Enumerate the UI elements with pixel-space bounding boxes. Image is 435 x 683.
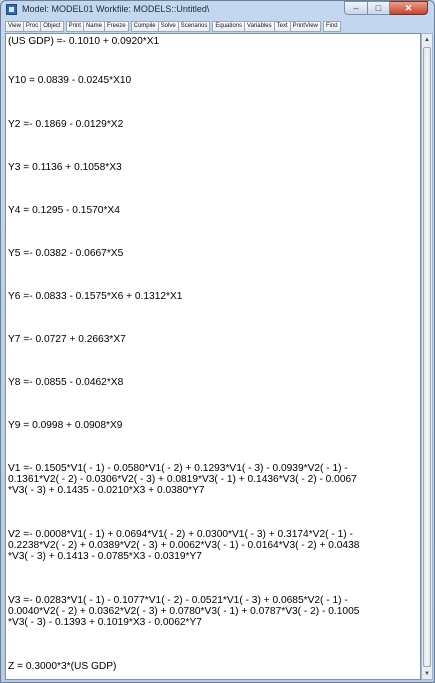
equation-line: Y3 = 0.1136 + 0.1058*X3 bbox=[8, 162, 122, 173]
scenarios-button[interactable]: Scenarios bbox=[177, 21, 211, 32]
equations-button[interactable]: Equations bbox=[212, 21, 246, 32]
minimize-button[interactable]: – bbox=[344, 1, 368, 15]
name-button[interactable]: Name bbox=[82, 21, 105, 32]
equation-line: V3 =- 0.0283*V1( - 1) - 0.1077*V1( - 2) … bbox=[8, 595, 360, 628]
view-button[interactable]: View bbox=[5, 21, 24, 32]
window-title: Model: MODEL01 Workfile: MODELS::Untitle… bbox=[22, 4, 210, 14]
solve-button[interactable]: Solve bbox=[157, 21, 179, 32]
equation-line: (US GDP) =- 0.1010 + 0.0920*X1 bbox=[8, 36, 160, 47]
compile-button[interactable]: Compile bbox=[130, 21, 159, 32]
equation-line: Z = 0.3000*3*(US GDP) bbox=[8, 661, 117, 672]
printview-button[interactable]: PrintView bbox=[289, 21, 321, 32]
equation-line: Y2 =- 0.1869 - 0.0129*X2 bbox=[8, 119, 124, 130]
model-text-view[interactable]: (US GDP) =- 0.1010 + 0.0920*X1 Y10 = 0.0… bbox=[5, 33, 421, 680]
equation-line: V1 =- 0.1505*V1( - 1) - 0.0580*V1( - 2) … bbox=[8, 463, 357, 496]
equation-line: Y4 = 0.1295 - 0.1570*X4 bbox=[8, 205, 120, 216]
model-toolbar: View Proc Object Print Name Freeze Compi… bbox=[5, 21, 430, 32]
scroll-thumb[interactable] bbox=[423, 47, 431, 667]
print-button[interactable]: Print bbox=[65, 21, 84, 32]
equation-line: Y5 =- 0.0382 - 0.0667*X5 bbox=[8, 248, 124, 259]
freeze-button[interactable]: Freeze bbox=[103, 21, 129, 32]
text-button[interactable]: Text bbox=[273, 21, 291, 32]
find-button[interactable]: Find bbox=[322, 21, 341, 32]
proc-button[interactable]: Proc bbox=[22, 21, 42, 32]
equation-line: Y6 =- 0.0833 - 0.1575*X6 + 0.1312*X1 bbox=[8, 291, 183, 302]
object-button[interactable]: Object bbox=[40, 21, 64, 32]
equation-line: Y10 = 0.0839 - 0.0245*X10 bbox=[8, 75, 132, 86]
window-controls: – □ ✕ bbox=[344, 1, 428, 16]
vertical-scrollbar[interactable]: ▲ ▼ bbox=[421, 33, 433, 680]
maximize-button[interactable]: □ bbox=[368, 1, 390, 15]
model-window: Model: MODEL01 Workfile: MODELS::Untitle… bbox=[0, 0, 435, 683]
model-app-icon bbox=[6, 4, 17, 15]
scroll-down-icon[interactable]: ▼ bbox=[422, 668, 432, 679]
equation-line: V2 =- 0.0008*V1( - 1) + 0.0694*V1( - 2) … bbox=[8, 529, 360, 562]
title-bar[interactable]: Model: MODEL01 Workfile: MODELS::Untitle… bbox=[1, 1, 434, 19]
close-button[interactable]: ✕ bbox=[390, 1, 428, 15]
equation-line: Y8 =- 0.0855 - 0.0462*X8 bbox=[8, 377, 124, 388]
equation-line: Y9 = 0.0998 + 0.0908*X9 bbox=[8, 420, 123, 431]
equation-line: Y7 =- 0.0727 + 0.2663*X7 bbox=[8, 334, 126, 345]
variables-button[interactable]: Variables bbox=[244, 21, 275, 32]
scroll-up-icon[interactable]: ▲ bbox=[422, 34, 432, 45]
